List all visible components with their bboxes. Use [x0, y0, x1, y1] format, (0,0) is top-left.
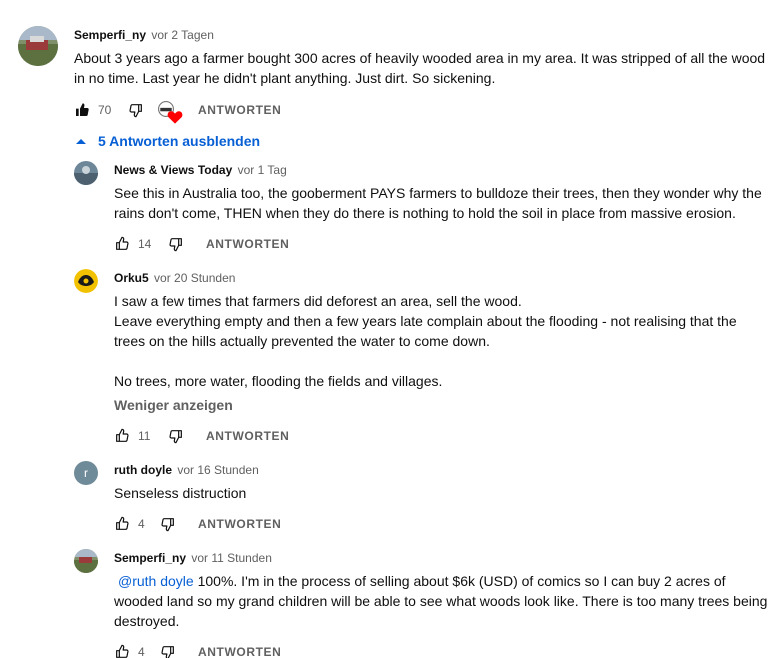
author-name[interactable]: Semperfi_ny — [74, 28, 146, 42]
comment-line: About 3 years ago a farmer bought 300 ac… — [74, 50, 766, 86]
timestamp[interactable]: vor 2 Tagen — [151, 28, 214, 42]
like-button[interactable] — [112, 234, 132, 254]
reply-button[interactable]: ANTWORTEN — [198, 645, 281, 658]
thumbs-up-icon — [114, 236, 130, 252]
comment-header: Semperfi_ny vor 11 Stunden — [114, 549, 770, 567]
dislike-button[interactable] — [166, 234, 186, 254]
heart-icon — [167, 111, 183, 124]
reply-button[interactable]: ANTWORTEN — [206, 429, 289, 443]
avatar-photo — [74, 549, 98, 573]
creator-heart — [156, 100, 183, 124]
comment-line: I saw a few times that farmers did defor… — [114, 293, 522, 309]
comment-line: 100%. I'm in the process of selling abou… — [114, 573, 768, 629]
dislike-button[interactable] — [158, 514, 178, 534]
avatar[interactable] — [18, 26, 58, 66]
thumbs-down-icon — [168, 236, 184, 252]
action-bar: 14 ANTWORTEN — [112, 232, 289, 256]
user-mention-link[interactable]: @ruth doyle — [118, 573, 194, 589]
caret-up-icon — [74, 136, 88, 146]
comment-header: ruth doyle vor 16 Stunden — [114, 461, 770, 479]
like-button[interactable] — [72, 100, 92, 120]
comment-text: About 3 years ago a farmer bought 300 ac… — [74, 48, 770, 88]
comment-text: See this in Australia too, the goobermen… — [114, 183, 770, 223]
thumbs-down-icon — [168, 428, 184, 444]
author-name[interactable]: Semperfi_ny — [114, 551, 186, 565]
avatar[interactable]: r — [74, 461, 98, 485]
author-name[interactable]: News & Views Today — [114, 163, 232, 177]
reply-thread: News & Views Today vor 1 Tag See this in… — [0, 161, 782, 261]
comment-text: @ruth doyle 100%. I'm in the process of … — [114, 571, 770, 631]
reply-thread: r ruth doyle vor 16 Stunden Senseless di… — [0, 461, 782, 541]
thumbs-up-icon — [114, 516, 130, 532]
reply-button[interactable]: ANTWORTEN — [206, 237, 289, 251]
timestamp[interactable]: vor 16 Stunden — [177, 463, 258, 477]
comment-line: Senseless distruction — [114, 485, 247, 501]
comment-thread: Semperfi_ny vor 2 Tagen About 3 years ag… — [0, 26, 782, 126]
reply-button[interactable]: ANTWORTEN — [198, 517, 281, 531]
dislike-button[interactable] — [166, 426, 186, 446]
like-button[interactable] — [112, 514, 132, 534]
action-bar: 4 ANTWORTEN — [112, 512, 281, 536]
like-count: 4 — [138, 645, 145, 658]
comment-header: Semperfi_ny vor 2 Tagen — [74, 26, 770, 44]
like-count: 4 — [138, 517, 145, 531]
avatar-photo — [18, 26, 58, 66]
timestamp[interactable]: vor 20 Stunden — [154, 271, 235, 285]
like-count: 70 — [98, 103, 112, 117]
thumbs-up-icon — [114, 428, 130, 444]
comment-text: I saw a few times that farmers did defor… — [114, 291, 770, 391]
avatar-letter: r — [84, 466, 88, 480]
avatar-photo — [74, 161, 98, 185]
action-bar: 4 ANTWORTEN — [112, 640, 281, 658]
thumbs-up-icon — [114, 644, 130, 658]
comment-text: Senseless distruction — [114, 483, 770, 503]
thumbs-up-icon — [74, 102, 90, 118]
hide-replies-label: 5 Antworten ausblenden — [98, 133, 261, 149]
reply-button[interactable]: ANTWORTEN — [198, 103, 281, 117]
comment-line: See this in Australia too, the goobermen… — [114, 185, 762, 221]
avatar-photo — [74, 269, 98, 293]
avatar[interactable] — [74, 161, 98, 185]
comment-line — [114, 351, 770, 371]
author-name[interactable]: ruth doyle — [114, 463, 172, 477]
dislike-button[interactable] — [126, 100, 146, 120]
thumbs-down-icon — [160, 516, 176, 532]
reply-thread: Orku5 vor 20 Stunden I saw a few times t… — [0, 269, 782, 453]
avatar[interactable] — [74, 269, 98, 293]
comment-line: No trees, more water, flooding the field… — [114, 373, 443, 389]
action-bar: 11 ANTWORTEN — [112, 424, 289, 448]
show-less-link[interactable]: Weniger anzeigen — [114, 395, 770, 415]
like-count: 14 — [138, 237, 152, 251]
thumbs-down-icon — [160, 644, 176, 658]
timestamp[interactable]: vor 1 Tag — [238, 163, 287, 177]
thumbs-down-icon — [128, 102, 144, 118]
comment-header: News & Views Today vor 1 Tag — [114, 161, 770, 179]
avatar[interactable] — [74, 549, 98, 573]
reply-thread: Semperfi_ny vor 11 Stunden @ruth doyle 1… — [0, 549, 782, 658]
timestamp[interactable]: vor 11 Stunden — [191, 551, 272, 565]
like-button[interactable] — [112, 642, 132, 658]
comment-line: Leave everything empty and then a few ye… — [114, 313, 737, 349]
dislike-button[interactable] — [158, 642, 178, 658]
comment-header: Orku5 vor 20 Stunden — [114, 269, 770, 287]
like-button[interactable] — [112, 426, 132, 446]
hide-replies-toggle[interactable]: 5 Antworten ausblenden — [74, 131, 260, 151]
like-count: 11 — [138, 429, 151, 443]
author-name[interactable]: Orku5 — [114, 271, 149, 285]
action-bar: 70 ANTWORTEN — [72, 98, 281, 124]
